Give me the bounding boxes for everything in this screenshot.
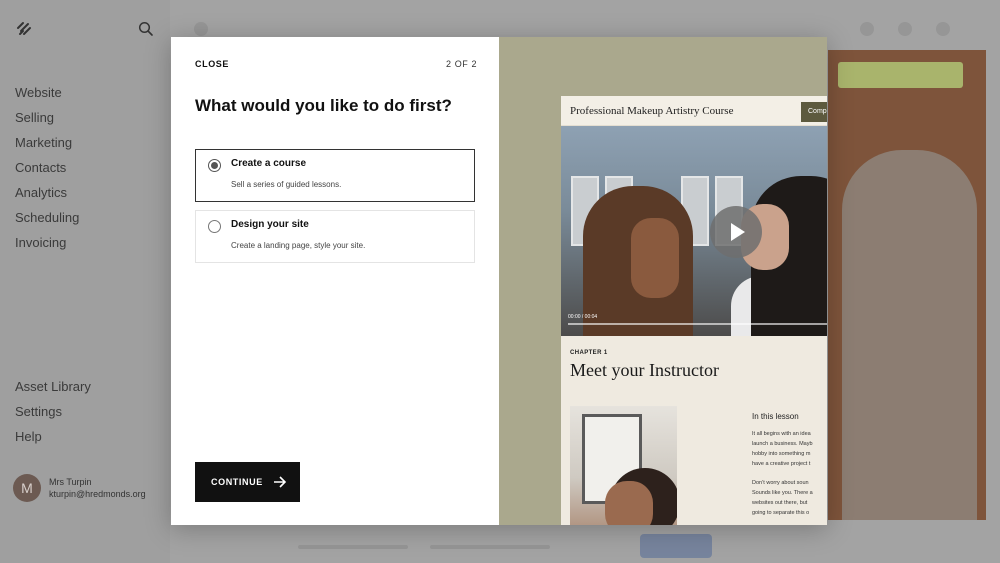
lesson-image-face xyxy=(605,481,653,525)
video-person-face xyxy=(631,218,679,298)
lesson-heading: In this lesson xyxy=(752,412,799,421)
sidebar-item-settings[interactable]: Settings xyxy=(15,403,91,428)
lesson-text-line: websites out there, but xyxy=(752,500,808,506)
modal-options-panel: CLOSE 2 OF 2 What would you like to do f… xyxy=(171,37,499,525)
user-info: Mrs Turpin kturpin@hredmonds.org xyxy=(49,476,146,500)
squarespace-logo-icon[interactable] xyxy=(15,20,33,38)
background-icon xyxy=(898,22,912,36)
option-design-site[interactable]: Design your site Create a landing page, … xyxy=(195,210,475,263)
video-progress-bar xyxy=(568,323,827,325)
play-icon xyxy=(710,206,762,258)
option-description: Create a landing page, style your site. xyxy=(231,241,366,250)
sidebar-item-help[interactable]: Help xyxy=(15,428,91,453)
sidebar-item-contacts[interactable]: Contacts xyxy=(15,159,79,184)
sidebar-item-analytics[interactable]: Analytics xyxy=(15,184,79,209)
sidebar-item-asset-library[interactable]: Asset Library xyxy=(15,378,91,403)
chapter-label: CHAPTER 1 xyxy=(570,350,608,356)
lesson-text-line: launch a business. Mayb xyxy=(752,441,813,447)
lesson-text-line: have a creative project t xyxy=(752,461,811,467)
lesson-text-line: hobby into something m xyxy=(752,451,811,457)
option-description: Sell a series of guided lessons. xyxy=(231,180,342,189)
main-nav: Website Selling Marketing Contacts Analy… xyxy=(15,84,79,259)
chapter-title: Meet your Instructor xyxy=(570,360,719,380)
option-title: Design your site xyxy=(231,219,309,230)
search-icon[interactable] xyxy=(138,21,154,37)
background-icon xyxy=(860,22,874,36)
close-button[interactable]: CLOSE xyxy=(195,59,229,69)
option-create-course[interactable]: Create a course Sell a series of guided … xyxy=(195,149,475,202)
arrow-right-icon xyxy=(273,476,286,488)
user-account[interactable]: M Mrs Turpin kturpin@hredmonds.org xyxy=(13,474,146,502)
continue-button[interactable]: CONTINUE xyxy=(195,462,300,502)
sidebar: Website Selling Marketing Contacts Analy… xyxy=(0,0,170,563)
preview-header-button: Comp xyxy=(801,102,827,122)
sidebar-item-website[interactable]: Website xyxy=(15,84,79,109)
background-icon xyxy=(936,22,950,36)
lesson-text-line: It all begins with an idea xyxy=(752,431,811,437)
sidebar-item-invoicing[interactable]: Invoicing xyxy=(15,234,79,259)
step-indicator: 2 OF 2 xyxy=(446,59,478,69)
radio-unselected-icon[interactable] xyxy=(208,220,221,233)
sidebar-item-selling[interactable]: Selling xyxy=(15,109,79,134)
lesson-text-line: going to separate this o xyxy=(752,510,810,516)
user-email: kturpin@hredmonds.org xyxy=(49,489,146,499)
continue-label: CONTINUE xyxy=(211,477,263,487)
radio-selected-icon[interactable] xyxy=(208,159,221,172)
preview-video: 00:00 / 00:04 xyxy=(561,126,827,336)
secondary-nav: Asset Library Settings Help xyxy=(15,378,91,453)
onboarding-modal: CLOSE 2 OF 2 What would you like to do f… xyxy=(171,37,827,525)
modal-heading: What would you like to do first? xyxy=(195,96,452,115)
background-placeholder xyxy=(298,545,408,549)
sidebar-item-marketing[interactable]: Marketing xyxy=(15,134,79,159)
preview-site-title: Professional Makeup Artistry Course xyxy=(570,105,734,117)
sidebar-item-scheduling[interactable]: Scheduling xyxy=(15,209,79,234)
template-preview-panel: Professional Makeup Artistry Course Comp… xyxy=(499,37,827,525)
avatar: M xyxy=(13,474,41,502)
background-icon xyxy=(194,22,208,36)
course-template-preview: Professional Makeup Artistry Course Comp… xyxy=(561,96,827,525)
video-time: 00:00 / 00:04 xyxy=(568,314,598,320)
background-preview-image xyxy=(842,150,977,520)
lesson-text-line: Don’t worry about soun xyxy=(752,480,809,486)
preview-header: Professional Makeup Artistry Course Comp xyxy=(561,96,827,126)
lesson-text-line: Sounds like you. There a xyxy=(752,490,813,496)
lesson-image xyxy=(570,406,677,525)
background-preview-banner xyxy=(838,62,963,88)
background-button xyxy=(640,534,712,558)
option-title: Create a course xyxy=(231,158,307,169)
background-placeholder xyxy=(430,545,550,549)
user-name: Mrs Turpin xyxy=(49,477,92,487)
